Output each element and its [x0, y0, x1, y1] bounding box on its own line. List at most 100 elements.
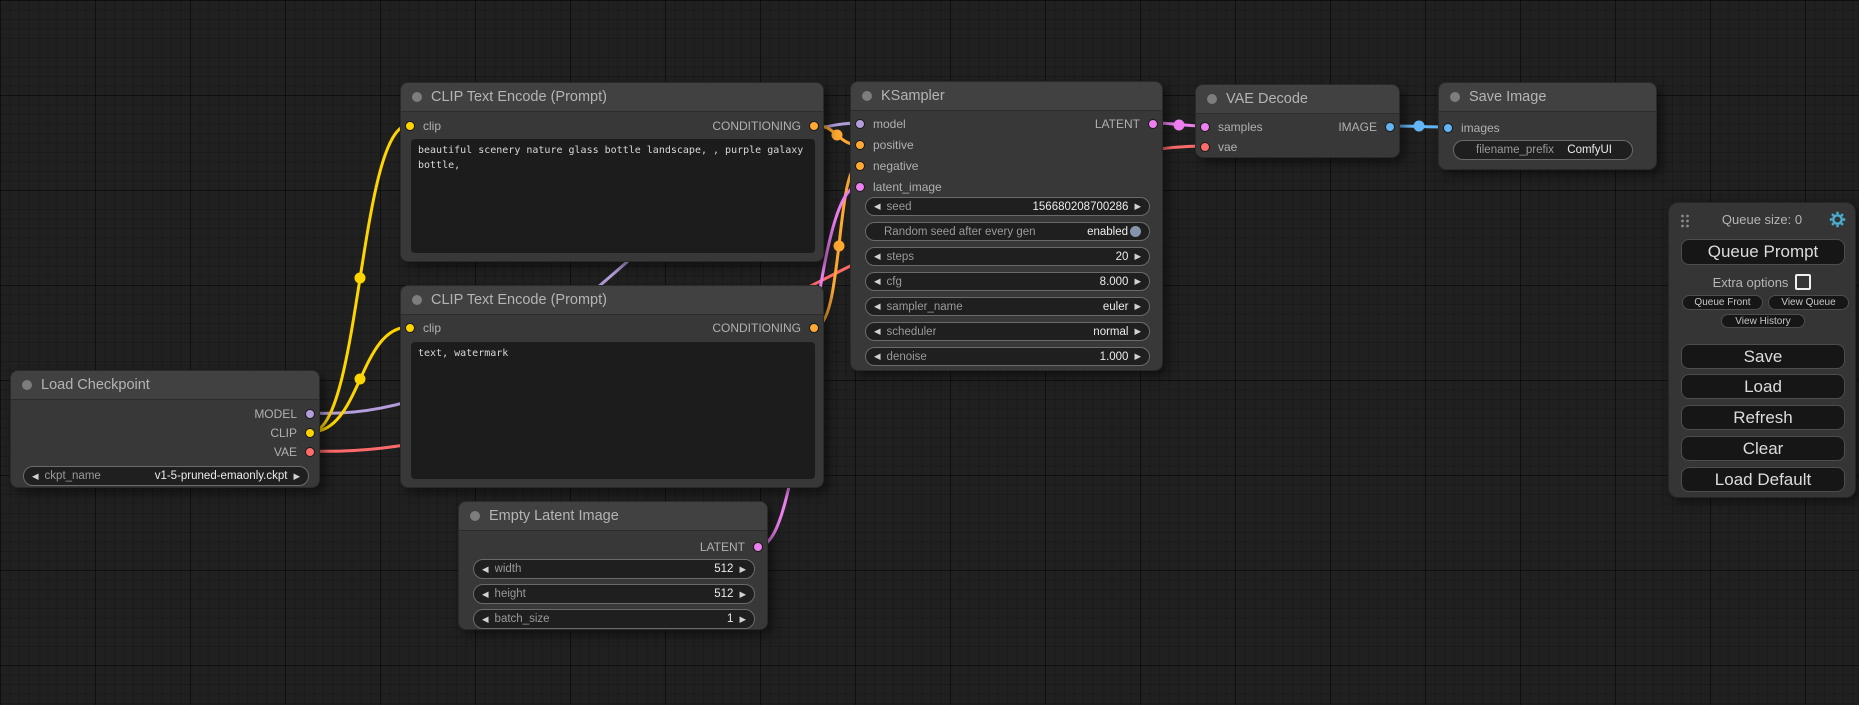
input-port-vae[interactable]	[1200, 142, 1210, 152]
widget-label: batch_size	[495, 613, 550, 625]
filename-prefix-widget[interactable]: filename_prefix ComfyUI	[1453, 140, 1633, 160]
input-label-samples: samples	[1218, 120, 1263, 134]
node-load-checkpoint[interactable]: Load Checkpoint MODEL CLIP VAE ◀ ckpt_na…	[10, 370, 320, 488]
collapse-dot-icon[interactable]	[470, 511, 480, 521]
link-dot-image[interactable]	[1414, 121, 1425, 132]
increment-arrow-icon[interactable]: ▶	[739, 590, 746, 599]
increment-arrow-icon[interactable]: ▶	[293, 472, 300, 481]
queue-front-button[interactable]: Queue Front	[1682, 295, 1763, 310]
link-dot-conditioning-positive[interactable]	[832, 130, 843, 141]
clear-button[interactable]: Clear	[1681, 436, 1845, 461]
input-port-samples[interactable]	[1200, 122, 1210, 132]
queue-prompt-button[interactable]: Queue Prompt	[1681, 239, 1845, 265]
node-clip-text-encode-negative[interactable]: CLIP Text Encode (Prompt) clip CONDITION…	[400, 285, 824, 488]
cfg-widget[interactable]: ◀ cfg 8.000 ▶	[865, 272, 1150, 291]
ckpt-name-widget[interactable]: ◀ ckpt_name v1-5-pruned-emaonly.ckpt ▶	[23, 466, 309, 486]
toggle-knob-icon[interactable]	[1130, 226, 1141, 237]
input-port-images[interactable]	[1443, 123, 1453, 133]
height-widget[interactable]: ◀ height 512 ▶	[473, 584, 755, 604]
view-history-button[interactable]: View History	[1721, 314, 1805, 328]
decrement-arrow-icon[interactable]: ◀	[874, 302, 881, 311]
increment-arrow-icon[interactable]: ▶	[1134, 252, 1141, 261]
scheduler-widget[interactable]: ◀ scheduler normal ▶	[865, 322, 1150, 341]
extra-options-checkbox[interactable]	[1795, 274, 1811, 290]
output-port-image[interactable]	[1385, 122, 1395, 132]
node-title-bar[interactable]: KSampler	[851, 82, 1162, 111]
collapse-dot-icon[interactable]	[862, 91, 872, 101]
collapse-dot-icon[interactable]	[412, 295, 422, 305]
seed-widget[interactable]: ◀ seed 156680208700286 ▶	[865, 197, 1150, 216]
input-port-clip[interactable]	[405, 121, 415, 131]
input-port-clip[interactable]	[405, 323, 415, 333]
input-port-negative[interactable]	[855, 161, 865, 171]
increment-arrow-icon[interactable]: ▶	[1134, 202, 1141, 211]
decrement-arrow-icon[interactable]: ◀	[874, 252, 881, 261]
collapse-dot-icon[interactable]	[1207, 94, 1217, 104]
input-port-model[interactable]	[855, 119, 865, 129]
decrement-arrow-icon[interactable]: ◀	[482, 615, 489, 624]
decrement-arrow-icon[interactable]: ◀	[874, 202, 881, 211]
sampler-name-widget[interactable]: ◀ sampler_name euler ▶	[865, 297, 1150, 316]
output-port-vae[interactable]	[305, 447, 315, 457]
load-default-button[interactable]: Load Default	[1681, 467, 1845, 492]
collapse-dot-icon[interactable]	[412, 92, 422, 102]
link-dot-conditioning-negative[interactable]	[834, 241, 845, 252]
input-label-latent-image: latent_image	[873, 180, 942, 194]
batch-size-widget[interactable]: ◀ batch_size 1 ▶	[473, 609, 755, 629]
decrement-arrow-icon[interactable]: ◀	[32, 472, 39, 481]
width-widget[interactable]: ◀ width 512 ▶	[473, 559, 755, 579]
queue-panel[interactable]: Queue size: 0 Queue Prompt Extra options…	[1668, 202, 1856, 498]
node-save-image[interactable]: Save Image images filename_prefix ComfyU…	[1438, 82, 1657, 170]
increment-arrow-icon[interactable]: ▶	[1134, 302, 1141, 311]
node-title-bar[interactable]: Empty Latent Image	[459, 502, 767, 531]
collapse-dot-icon[interactable]	[22, 380, 32, 390]
random-seed-toggle-widget[interactable]: Random seed after every gen enabled	[865, 222, 1150, 241]
positive-prompt-textarea[interactable]: beautiful scenery nature glass bottle la…	[411, 139, 815, 253]
decrement-arrow-icon[interactable]: ◀	[874, 277, 881, 286]
link-dot-clip-positive[interactable]	[355, 273, 366, 284]
refresh-button[interactable]: Refresh	[1681, 405, 1845, 430]
queue-size-label: Queue size: 0	[1669, 212, 1855, 227]
link-dot-latent[interactable]	[1174, 120, 1185, 131]
node-title-bar[interactable]: Load Checkpoint	[11, 371, 319, 400]
input-port-positive[interactable]	[855, 140, 865, 150]
output-port-latent[interactable]	[1148, 119, 1158, 129]
input-label-positive: positive	[873, 138, 914, 152]
node-clip-text-encode-positive[interactable]: CLIP Text Encode (Prompt) clip CONDITION…	[400, 82, 824, 262]
negative-prompt-textarea[interactable]: text, watermark	[411, 342, 815, 479]
increment-arrow-icon[interactable]: ▶	[739, 615, 746, 624]
node-title-bar[interactable]: Save Image	[1439, 83, 1656, 112]
view-queue-button[interactable]: View Queue	[1768, 295, 1849, 310]
output-port-conditioning[interactable]	[809, 121, 819, 131]
increment-arrow-icon[interactable]: ▶	[1134, 327, 1141, 336]
increment-arrow-icon[interactable]: ▶	[1134, 352, 1141, 361]
collapse-dot-icon[interactable]	[1450, 92, 1460, 102]
link-dot-clip-negative[interactable]	[355, 374, 366, 385]
node-graph-canvas[interactable]: Load Checkpoint MODEL CLIP VAE ◀ ckpt_na…	[0, 0, 1859, 705]
widget-value: 8.000	[1100, 276, 1129, 288]
decrement-arrow-icon[interactable]: ◀	[482, 565, 489, 574]
settings-gear-icon[interactable]	[1829, 211, 1846, 228]
decrement-arrow-icon[interactable]: ◀	[482, 590, 489, 599]
node-vae-decode[interactable]: VAE Decode samples vae IMAGE	[1195, 84, 1400, 158]
input-port-latent-image[interactable]	[855, 182, 865, 192]
load-button[interactable]: Load	[1681, 374, 1845, 399]
increment-arrow-icon[interactable]: ▶	[1134, 277, 1141, 286]
node-empty-latent-image[interactable]: Empty Latent Image LATENT ◀ width 512 ▶ …	[458, 501, 768, 630]
increment-arrow-icon[interactable]: ▶	[739, 565, 746, 574]
decrement-arrow-icon[interactable]: ◀	[874, 327, 881, 336]
node-title-bar[interactable]: VAE Decode	[1196, 85, 1399, 114]
output-label-conditioning: CONDITIONING	[712, 321, 801, 335]
output-port-clip[interactable]	[305, 428, 315, 438]
node-title-bar[interactable]: CLIP Text Encode (Prompt)	[401, 286, 823, 315]
node-title-bar[interactable]: CLIP Text Encode (Prompt)	[401, 83, 823, 112]
input-label-vae: vae	[1218, 140, 1237, 154]
output-port-conditioning[interactable]	[809, 323, 819, 333]
save-button[interactable]: Save	[1681, 344, 1845, 369]
output-port-model[interactable]	[305, 409, 315, 419]
output-port-latent[interactable]	[753, 542, 763, 552]
node-ksampler[interactable]: KSampler model positive negative latent_…	[850, 81, 1163, 371]
denoise-widget[interactable]: ◀ denoise 1.000 ▶	[865, 347, 1150, 366]
decrement-arrow-icon[interactable]: ◀	[874, 352, 881, 361]
steps-widget[interactable]: ◀ steps 20 ▶	[865, 247, 1150, 266]
